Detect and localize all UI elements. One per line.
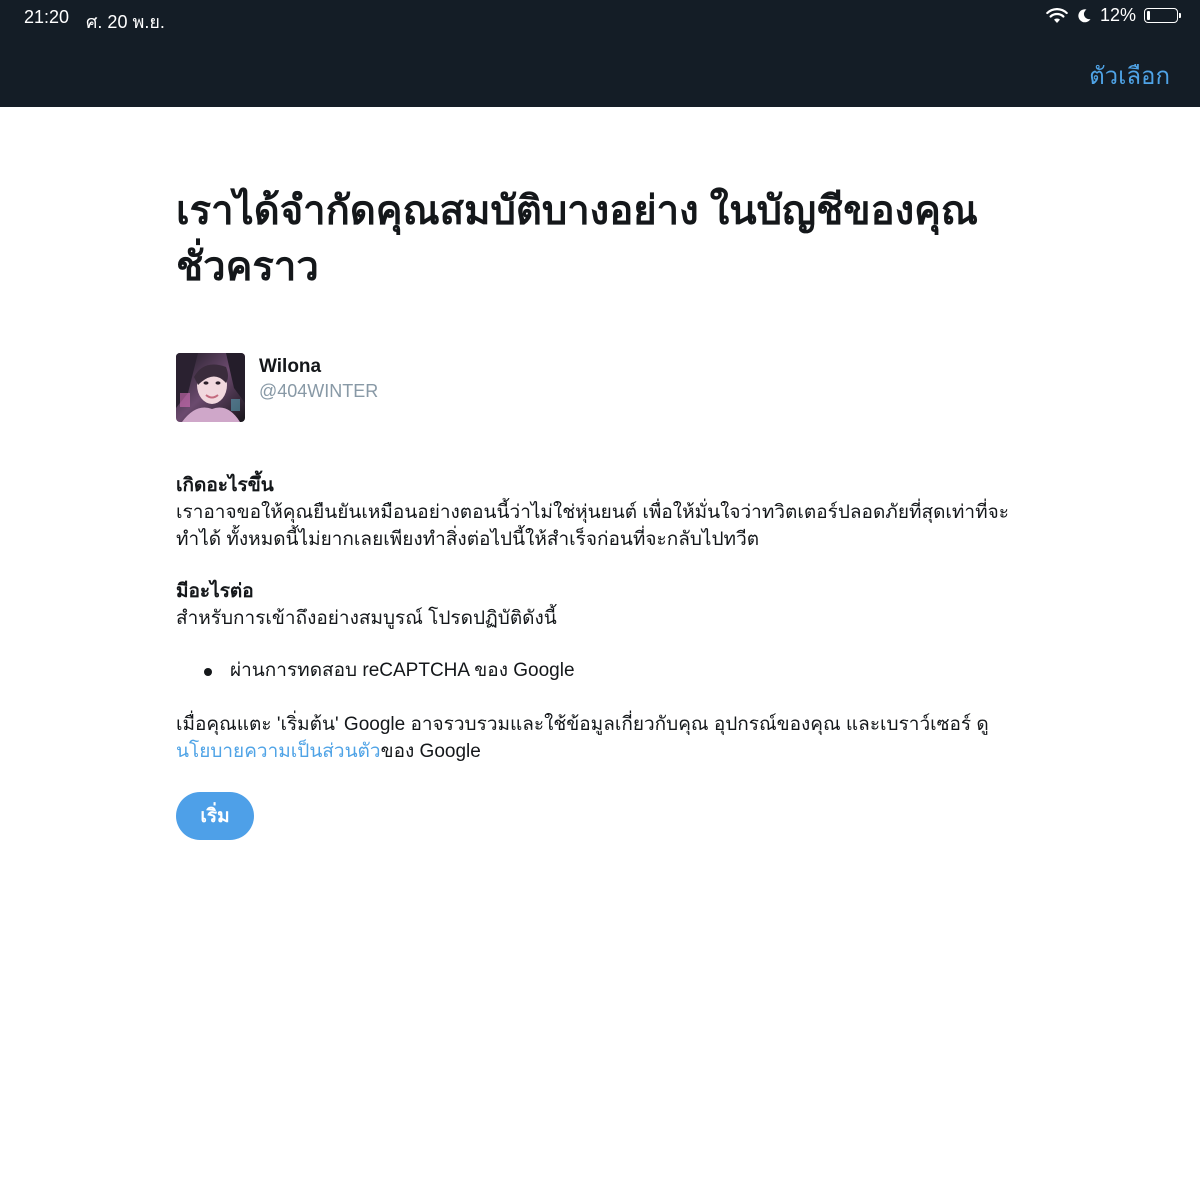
page-title-line1: เราได้จำกัดคุณสมบัติบางอย่าง ในบัญชีของค…: [176, 189, 979, 233]
what-next-section: มีอะไรต่อ สำหรับการเข้าถึงอย่างสมบูรณ์ โ…: [176, 579, 1026, 684]
page-title: เราได้จำกัดคุณสมบัติบางอย่าง ในบัญชีของค…: [176, 183, 1026, 295]
account-handle: @404WINTER: [259, 381, 379, 401]
battery-percent: 12%: [1099, 5, 1136, 25]
list-item-text: ผ่านการทดสอบ reCAPTCHA ของ Google: [230, 660, 575, 681]
what-happened-text: เราอาจขอให้คุณยืนยันเหมือนอย่างตอนนี้ว่า…: [176, 499, 1026, 553]
privacy-policy-link[interactable]: นโยบายความเป็นส่วนตัว: [176, 741, 381, 762]
page-title-line2: ชั่วคราว: [176, 245, 319, 289]
bullet-dot: [204, 668, 212, 676]
what-next-heading: มีอะไรต่อ: [176, 581, 254, 602]
consent-after-link: ของ Google: [380, 741, 481, 762]
what-happened-section: เกิดอะไรขึ้น เราอาจขอให้คุณยืนยันเหมือนอ…: [176, 473, 1026, 553]
wifi-icon: [1046, 7, 1068, 23]
status-indicators: 12%: [1046, 5, 1181, 26]
account-card: Wilona @404WINTER: [176, 353, 1026, 423]
consent-line1: เมื่อคุณแตะ 'เริ่มต้น' Google อาจรวบรวมแ…: [176, 714, 989, 735]
top-bar: 21:20 ศ. 20 พ.ย. 12% ตัวเลือก: [0, 0, 1200, 107]
steps-list: ผ่านการทดสอบ reCAPTCHA ของ Google: [176, 657, 1026, 684]
battery-icon: [1144, 8, 1181, 23]
consent-text: เมื่อคุณแตะ 'เริ่มต้น' Google อาจรวบรวมแ…: [176, 711, 1026, 765]
account-names: Wilona @404WINTER: [259, 355, 378, 403]
what-happened-line1: เราอาจขอให้คุณยืนยันเหมือนอย่างตอนนี้ว่า…: [176, 502, 1009, 523]
moon-icon: [1078, 8, 1091, 22]
status-time: 21:20: [24, 7, 70, 27]
options-button[interactable]: ตัวเลือก: [1089, 56, 1170, 95]
status-date: ศ. 20 พ.ย.: [86, 12, 165, 32]
battery-level: [1147, 11, 1150, 20]
avatar: [176, 353, 245, 422]
what-next-text: สำหรับการเข้าถึงอย่างสมบูรณ์ โปรดปฏิบัติ…: [176, 608, 557, 629]
list-item: ผ่านการทดสอบ reCAPTCHA ของ Google: [176, 657, 1026, 684]
display-name: Wilona: [259, 356, 322, 377]
what-happened-heading: เกิดอะไรขึ้น: [176, 475, 274, 496]
what-happened-line2: ทำได้ ทั้งหมดนี้ไม่ยากเลยเพียงทำสิ่งต่อไ…: [176, 529, 760, 550]
main-content: เราได้จำกัดคุณสมบัติบางอย่าง ในบัญชีของค…: [176, 107, 1026, 840]
start-button[interactable]: เริ่ม: [176, 792, 254, 840]
